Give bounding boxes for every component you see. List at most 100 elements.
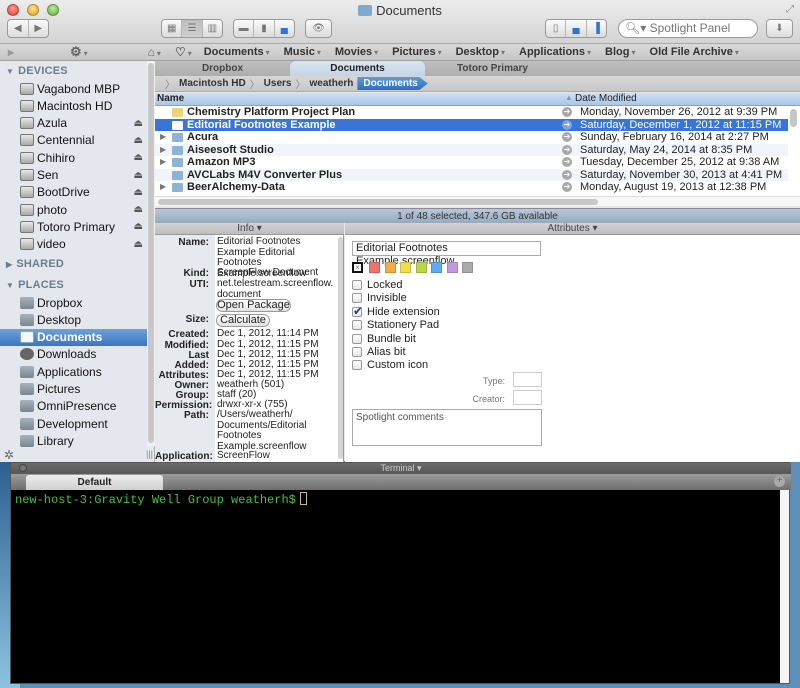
eject-icon[interactable]: ⏏ [134,170,143,181]
icon-view-icon[interactable]: ▦ [162,20,183,37]
checkbox-box[interactable] [352,304,363,318]
reveal-arrow-icon[interactable]: ➔ [562,132,572,142]
sidebar-item-vagabond-mbp[interactable]: Vagabond MBP [0,80,147,97]
eject-icon[interactable]: ⏏ [134,204,143,215]
creator-field[interactable] [513,390,542,405]
checkbox-box[interactable] [352,360,362,371]
sidebar-action-gear-icon[interactable]: ✲ [4,448,14,462]
checkbox-hide-extension[interactable]: Hide extension [352,304,440,318]
eject-icon[interactable]: ⏏ [134,239,143,250]
eject-icon[interactable]: ⏏ [134,118,143,129]
spotlight-comments-field[interactable]: Spotlight comments [352,409,542,446]
reveal-arrow-icon[interactable]: ➔ [562,157,572,167]
tab-documents[interactable]: Documents [290,61,425,76]
path-item-weatherh[interactable]: weatherh [309,78,353,89]
terminal-tab-default[interactable]: Default [26,475,163,490]
sidebar-item-totoro-primary[interactable]: Totoro Primary ⏏ [0,218,147,235]
list-row[interactable]: Chemistry Platform Project Plan ➔ Monday, … [155,106,788,119]
sidebar-item-azula[interactable]: Azula ⏏ [0,115,147,132]
favbar-item-movies[interactable]: Movies ▾ [335,46,378,58]
home-icon[interactable]: ⌂ ▾ [148,45,161,59]
disclosure-triangle-icon[interactable]: ▶ [160,181,166,193]
checkbox-stationery-pad[interactable]: Stationery Pad [352,319,439,331]
sidebar-item-bootdrive[interactable]: BootDrive ⏏ [0,184,147,201]
info-scrollbar[interactable] [338,237,343,459]
filename-field[interactable]: Editorial Footnotes Example.screenflow [352,241,541,267]
sidebar-toggle-icon[interactable]: ▯ [546,20,567,37]
list-horizontal-scrollbar[interactable] [155,196,800,206]
label-color-swatch[interactable] [431,262,442,273]
sidebar-item-macintosh-hd[interactable]: Macintosh HD [0,97,147,114]
reveal-arrow-icon[interactable]: ➔ [562,169,572,180]
eject-icon[interactable]: ⏏ [134,135,143,146]
terminal-output[interactable]: new-host-3:Gravity Well Group weatherh$ [11,490,781,683]
search-field[interactable]: 🔍︎▾ Spotlight Panel [618,19,758,38]
path-item-macintosh-hd[interactable]: Macintosh HD [179,78,246,89]
attributes-panel-icon[interactable]: ▐ [587,20,606,37]
favbar-item-applications[interactable]: Applications ▾ [519,46,591,58]
disclosure-triangle-icon[interactable]: ▶ [160,156,166,168]
path-item-users[interactable]: Users [264,78,292,89]
eject-icon[interactable]: ⏏ [134,221,143,232]
favbar-item-old-file-archive[interactable]: Old File Archive ▾ [650,46,739,58]
type-field[interactable] [513,372,542,387]
list-view-icon[interactable]: ☰ [182,20,203,37]
checkbox-invisible[interactable]: Invisible [352,292,407,304]
favbar-item-desktop[interactable]: Desktop ▾ [456,46,505,58]
disclosure-triangle-icon[interactable]: ▶ [160,144,166,156]
checkbox-bundle-bit[interactable]: Bundle bit [352,333,416,345]
reveal-arrow-icon[interactable]: ➔ [562,107,572,117]
sidebar-item-omnipresence[interactable]: OmniPresence [0,398,147,415]
favbar-item-documents[interactable]: Documents ▾ [204,46,270,58]
checkbox-box[interactable] [352,320,362,331]
label-color-swatch[interactable] [462,262,473,273]
fullscreen-icon[interactable]: ⤢ [786,4,794,15]
label-color-swatch[interactable] [415,262,427,273]
terminal-close-button[interactable] [19,464,27,472]
download-button[interactable]: ⬇ [766,19,793,38]
favbar-item-blog[interactable]: Blog ▾ [605,46,635,58]
shared-heading[interactable]: ▶ SHARED [6,258,64,270]
sidebar-item-centennial[interactable]: Centennial ⏏ [0,132,147,149]
open-package-button[interactable]: Open Package [216,299,291,312]
list-row[interactable]: ▶ Aiseesoft Studio ➔ Saturday, May 24, 2014… [155,143,788,156]
devices-heading[interactable]: ▼ DEVICES [6,65,68,77]
checkbox-locked[interactable]: Locked [352,279,402,291]
list-row[interactable]: Editorial Footnotes Example ➔ Saturday, De… [155,118,788,131]
places-heading[interactable]: ▼ PLACES [6,279,64,291]
quicklook-button[interactable]: 👁 [305,19,332,38]
eject-icon[interactable]: ⏏ [134,187,143,198]
sidebar-item-pictures[interactable]: Pictures [0,381,147,398]
label-color-swatch[interactable] [446,262,458,273]
sidebar-item-photo[interactable]: photo ⏏ [0,201,147,218]
terminal-scrollbar[interactable] [780,490,789,683]
info-panel-icon[interactable]: ▄ [566,20,587,37]
list-row[interactable]: ▶ BeerAlchemy-Data ➔ Monday, August 19, 201… [155,181,788,194]
back-button[interactable]: ◀ [8,20,29,37]
sidebar-resize-handle[interactable]: ||| [146,449,153,459]
sidebar-item-development[interactable]: Development [0,415,147,432]
checkbox-alias-bit[interactable]: Alias bit [352,346,406,358]
checkbox-box[interactable] [352,280,362,290]
favbar-item-pictures[interactable]: Pictures ▾ [392,46,441,58]
forward-button[interactable]: ▶ [29,20,49,37]
info-pane-header[interactable]: Info ▾ [155,223,344,235]
list-row[interactable]: ▶ Acura ➔ Sunday, February 16, 2014 at 2:27… [155,131,788,144]
action-gear-icon[interactable]: ⚙ ▾ [70,44,88,60]
label-color-swatch[interactable] [400,262,411,273]
sidebar-item-library[interactable]: Library [0,432,147,449]
new-tab-plus-icon[interactable]: + [774,476,785,487]
calculate-size-button[interactable]: Calculate [216,314,270,327]
reveal-arrow-icon[interactable]: ➔ [562,119,572,130]
sidebar-item-dropbox[interactable]: Dropbox [0,294,147,311]
reveal-arrow-icon[interactable]: ➔ [562,144,572,155]
eject-icon[interactable]: ⏏ [134,152,143,163]
favorites-heart-icon[interactable]: ♡ ▾ [175,45,192,59]
reveal-arrow-icon[interactable]: ➔ [562,182,572,192]
path-item-documents[interactable]: Documents [357,77,428,90]
sidebar-toggle-arrow-icon[interactable]: ▶ [8,48,30,57]
favbar-item-music[interactable]: Music ▾ [284,46,321,58]
sidebar-item-video[interactable]: video ⏏ [0,236,147,253]
attributes-pane-header[interactable]: Attributes ▾ [345,223,800,235]
split-icon[interactable]: ▮ [254,20,275,37]
